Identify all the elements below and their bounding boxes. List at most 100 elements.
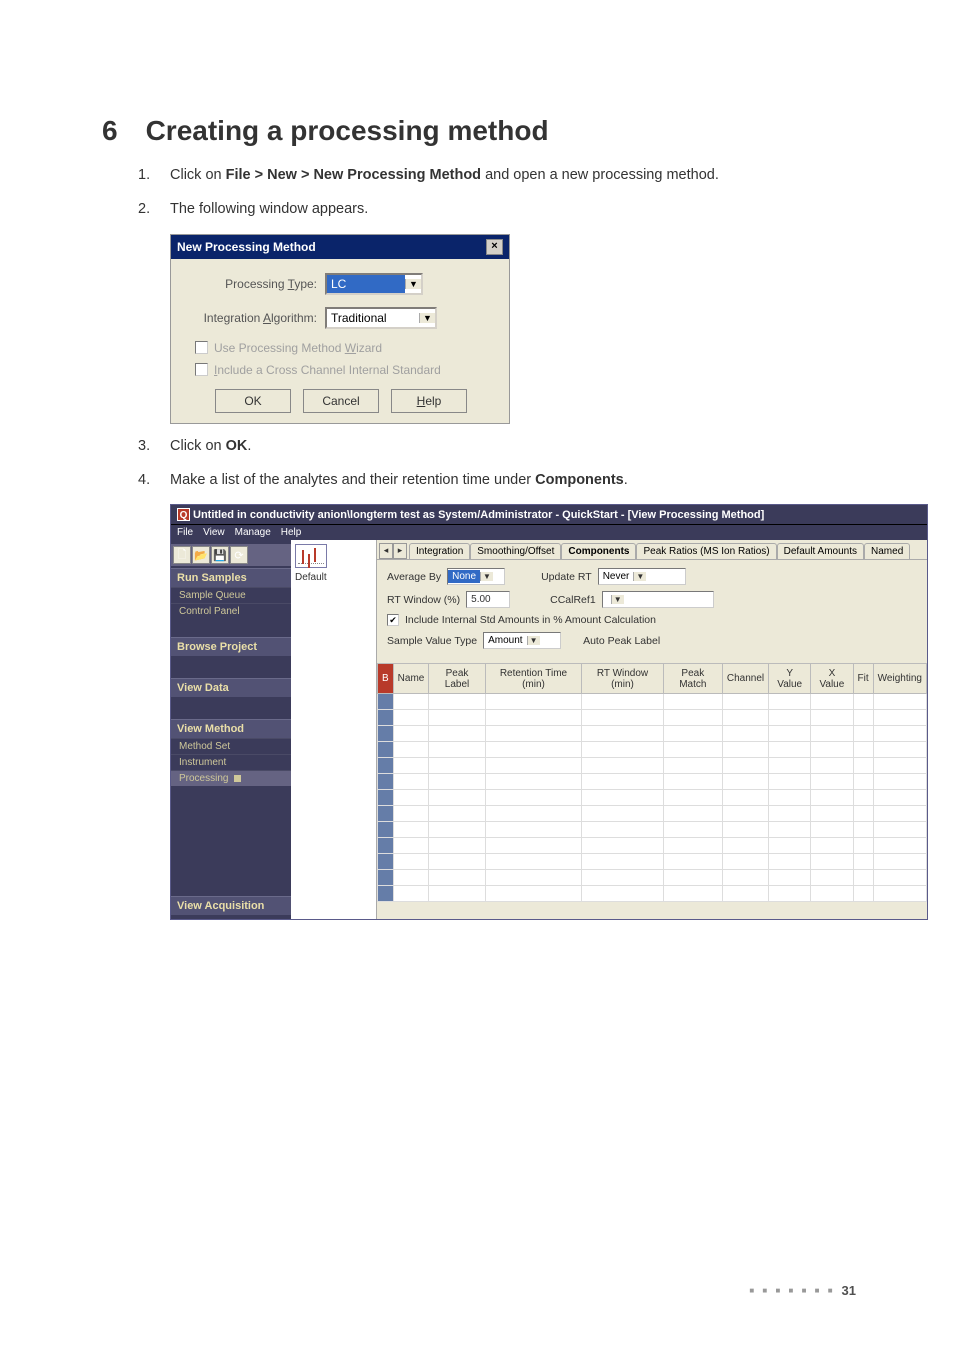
sidebar-processing[interactable]: Processing	[171, 770, 291, 786]
step-3: 3. Click on OK.	[138, 436, 856, 456]
tab-smoothing[interactable]: Smoothing/Offset	[470, 543, 561, 559]
sidebar-view-acquisition[interactable]: View Acquisition	[171, 896, 291, 915]
menubar: File View Manage Help	[171, 525, 927, 540]
table-row[interactable]	[378, 806, 927, 822]
checkbox-icon	[195, 363, 208, 376]
col-name[interactable]: Name	[393, 664, 429, 694]
sidebar-control-panel[interactable]: Control Panel	[171, 603, 291, 619]
sidebar-view-data[interactable]: View Data	[171, 678, 291, 697]
new-icon[interactable]: 🗋	[173, 546, 191, 564]
ok-button[interactable]: OK	[215, 389, 291, 413]
table-row[interactable]	[378, 822, 927, 838]
integration-algorithm-combo[interactable]: Traditional ▼	[325, 307, 437, 329]
menu-manage[interactable]: Manage	[235, 527, 271, 538]
tab-default-amounts[interactable]: Default Amounts	[777, 543, 864, 559]
open-icon[interactable]: 📂	[192, 546, 210, 564]
include-std-label: Include Internal Std Amounts in % Amount…	[405, 614, 656, 626]
sidebar-instrument[interactable]: Instrument	[171, 754, 291, 770]
chapter-heading: 6 Creating a processing method	[102, 115, 856, 147]
chapter-title: Creating a processing method	[146, 115, 549, 146]
close-icon[interactable]: ×	[486, 239, 503, 255]
col-marker[interactable]: B	[378, 664, 394, 694]
page-number: 31	[842, 1283, 856, 1298]
chevron-down-icon: ▼	[633, 572, 646, 581]
tab-integration[interactable]: Integration	[409, 543, 470, 559]
help-button[interactable]: Help	[391, 389, 467, 413]
include-cross-channel-checkbox: Include a Cross Channel Internal Standar…	[195, 363, 497, 377]
tab-nav-left-icon[interactable]: ◂	[379, 543, 393, 559]
sidebar-view-method[interactable]: View Method	[171, 719, 291, 738]
tab-components[interactable]: Components	[561, 543, 636, 559]
average-by-label: Average By	[387, 571, 441, 583]
selected-marker-icon	[234, 775, 241, 782]
processing-type-combo[interactable]: LC ▼	[325, 273, 423, 295]
tab-peak-ratios[interactable]: Peak Ratios (MS Ion Ratios)	[636, 543, 776, 559]
tree-default-label: Default	[295, 572, 372, 583]
table-row[interactable]	[378, 726, 927, 742]
table-row[interactable]	[378, 710, 927, 726]
menu-file[interactable]: File	[177, 527, 193, 538]
table-row[interactable]	[378, 854, 927, 870]
page-footer: ■ ■ ■ ■ ■ ■ ■ 31	[749, 1283, 856, 1298]
table-row[interactable]	[378, 886, 927, 902]
save-icon[interactable]: 💾	[211, 546, 229, 564]
chromatogram-thumbnail-icon[interactable]	[295, 544, 327, 568]
checkbox-icon	[195, 341, 208, 354]
table-row[interactable]	[378, 774, 927, 790]
step-1: 1. Click on File > New > New Processing …	[138, 165, 856, 185]
tab-named[interactable]: Named	[864, 543, 910, 559]
ccalref-select[interactable]: ▼	[602, 591, 714, 608]
sidebar: 🗋 📂 💾 ⟳ Run Samples Sample Queue Control…	[171, 540, 291, 919]
table-row[interactable]	[378, 790, 927, 806]
tab-nav-right-icon[interactable]: ▸	[393, 543, 407, 559]
include-std-checkbox[interactable]: ✔	[387, 614, 399, 626]
chevron-down-icon: ▼	[480, 572, 493, 581]
col-weighting[interactable]: Weighting	[873, 664, 926, 694]
app-titlebar: QUntitled in conductivity anion\longterm…	[171, 505, 927, 525]
table-row[interactable]	[378, 870, 927, 886]
processing-type-label: Processing Type:	[185, 277, 325, 291]
col-x-value[interactable]: X Value	[811, 664, 853, 694]
ccalref-label: CCalRef1	[550, 594, 596, 606]
app-icon: Q	[177, 508, 190, 521]
new-processing-method-dialog: New Processing Method × Processing Type:…	[170, 234, 510, 424]
col-peak-match[interactable]: Peak Match	[663, 664, 722, 694]
sidebar-sample-queue[interactable]: Sample Queue	[171, 587, 291, 603]
tab-bar: ◂ ▸ Integration Smoothing/Offset Compone…	[377, 540, 927, 560]
chapter-number: 6	[102, 115, 118, 147]
col-rt-window[interactable]: RT Window (min)	[582, 664, 664, 694]
table-row[interactable]	[378, 838, 927, 854]
integration-algorithm-label: Integration Algorithm:	[185, 311, 325, 325]
col-channel[interactable]: Channel	[722, 664, 768, 694]
refresh-icon[interactable]: ⟳	[230, 546, 248, 564]
sidebar-browse-project[interactable]: Browse Project	[171, 637, 291, 656]
use-wizard-checkbox: Use Processing Method Wizard	[195, 341, 497, 355]
chevron-down-icon: ▼	[419, 313, 435, 323]
sample-value-type-label: Sample Value Type	[387, 635, 477, 647]
tree-column: Default	[291, 540, 377, 919]
step-2: 2. The following window appears.	[138, 199, 856, 219]
rt-window-input[interactable]: 5.00	[466, 591, 510, 608]
sidebar-run-samples[interactable]: Run Samples	[171, 568, 291, 587]
cancel-button[interactable]: Cancel	[303, 389, 379, 413]
col-ret-time[interactable]: Retention Time (min)	[485, 664, 582, 694]
chevron-down-icon: ▼	[405, 279, 421, 289]
menu-help[interactable]: Help	[281, 527, 302, 538]
update-rt-label: Update RT	[541, 571, 592, 583]
col-y-value[interactable]: Y Value	[769, 664, 811, 694]
auto-peak-label-button[interactable]: Auto Peak Label	[583, 635, 660, 647]
table-row[interactable]	[378, 694, 927, 710]
table-row[interactable]	[378, 758, 927, 774]
table-row[interactable]	[378, 742, 927, 758]
step-4: 4. Make a list of the analytes and their…	[138, 470, 856, 490]
col-peak-label[interactable]: Peak Label	[429, 664, 485, 694]
footer-dots-icon: ■ ■ ■ ■ ■ ■ ■	[749, 1286, 835, 1295]
update-rt-select[interactable]: Never ▼	[598, 568, 686, 585]
menu-view[interactable]: View	[203, 527, 225, 538]
chevron-down-icon: ▼	[527, 636, 540, 645]
col-fit[interactable]: Fit	[853, 664, 873, 694]
average-by-select[interactable]: None ▼	[447, 568, 505, 585]
quickstart-window: QUntitled in conductivity anion\longterm…	[170, 504, 928, 920]
sample-value-type-select[interactable]: Amount ▼	[483, 632, 561, 649]
sidebar-method-set[interactable]: Method Set	[171, 738, 291, 754]
